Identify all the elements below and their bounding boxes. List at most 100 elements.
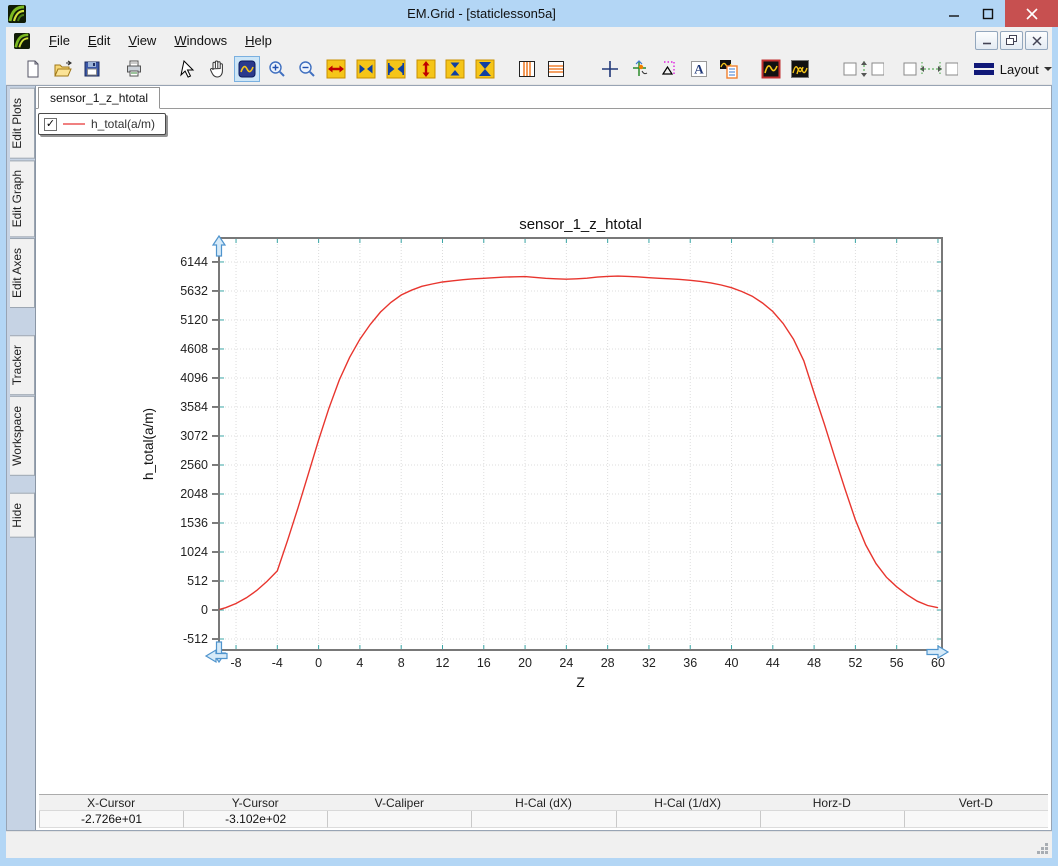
tracker-icon <box>632 60 647 76</box>
status-col-h-cal-dx-: H-Cal (dX) <box>471 794 616 811</box>
status-col-horz-d: Horz-D <box>759 794 904 811</box>
compress-y-button[interactable] <box>472 56 498 82</box>
sidebar-tab-workspace[interactable]: Workspace <box>10 396 35 477</box>
chart-canvas[interactable]: -512051210241536204825603072358440964608… <box>36 109 1051 794</box>
add-text-button[interactable]: A <box>686 56 712 82</box>
align-vertical-button[interactable] <box>841 56 885 82</box>
maximize-button[interactable] <box>971 0 1005 27</box>
status-value-h-cal-1-dx- <box>615 811 760 828</box>
compress-x-button[interactable] <box>383 56 409 82</box>
single-plot-window-icon <box>761 59 780 79</box>
menu-help[interactable]: Help <box>236 29 281 52</box>
status-value-row: -2.726e+01 -3.102e+02 <box>39 811 1048 828</box>
x-tick-label: 52 <box>848 656 862 670</box>
y-tick-label: 3584 <box>180 400 208 414</box>
x-tick-label: 56 <box>890 656 904 670</box>
x-axis-min-handle[interactable] <box>204 648 228 664</box>
sidebar: Edit Plots Edit Graph Edit Axes Tracker Work… <box>7 86 35 830</box>
select-arrow-button[interactable] <box>175 56 201 82</box>
close-button[interactable] <box>1005 0 1058 27</box>
scroll-y-button[interactable] <box>442 56 468 82</box>
expand-y-icon <box>416 59 435 79</box>
mdi-minimize-icon <box>982 42 991 44</box>
zoom-in-button[interactable] <box>264 56 290 82</box>
resize-grip[interactable] <box>1036 842 1049 855</box>
y-tick-label: 5120 <box>180 313 208 327</box>
y-tick-label: 3072 <box>180 429 208 443</box>
mdi-close-button[interactable] <box>1025 31 1048 50</box>
print-button[interactable] <box>121 56 147 82</box>
legend-checkbox[interactable]: ✓ <box>44 117 57 131</box>
layout-menu-button[interactable]: Layout <box>973 62 1052 77</box>
mdi-minimize-button[interactable] <box>975 31 998 50</box>
tracker-button[interactable] <box>627 56 653 82</box>
zoom-box-button[interactable] <box>234 56 260 82</box>
menu-items: File Edit View Windows Help <box>40 32 281 50</box>
pan-hand-button[interactable] <box>204 56 230 82</box>
y-tick-label: -512 <box>183 632 208 646</box>
sidebar-tab-edit-graph[interactable]: Edit Graph <box>10 159 35 238</box>
menu-edit[interactable]: Edit <box>79 29 119 52</box>
zoom-out-button[interactable] <box>294 56 320 82</box>
print-icon <box>127 60 141 77</box>
document-logo-icon <box>14 32 30 49</box>
multi-plot-window-button[interactable] <box>787 56 813 82</box>
y-tick-label: 512 <box>187 574 208 588</box>
align-horizontal-button[interactable] <box>901 56 959 82</box>
expand-x-button[interactable] <box>323 56 349 82</box>
x-tick-label: -8 <box>230 656 241 670</box>
legend-line-sample <box>63 123 85 125</box>
status-col-y-cursor: Y-Cursor <box>183 794 328 811</box>
new-document-button[interactable] <box>20 56 46 82</box>
maximize-icon <box>982 8 994 19</box>
caliper-button[interactable] <box>657 56 683 82</box>
vertical-markers-icon <box>518 61 535 77</box>
series-line-h-total-a-m- <box>219 275 939 611</box>
mdi-close-icon <box>1031 35 1042 46</box>
y-tick-label: 6144 <box>180 255 208 269</box>
layout-menu-icon <box>973 63 994 75</box>
menu-view[interactable]: View <box>119 29 165 52</box>
open-file-button[interactable] <box>50 56 76 82</box>
document-area: sensor_1_z_htotal -512 0 512 1024 1536 2048 25… <box>35 86 1051 830</box>
add-text-icon: A <box>691 61 708 77</box>
sidebar-tab-edit-axes[interactable]: Edit Axes <box>10 238 35 309</box>
menu-bar: File Edit View Windows Help <box>6 27 1052 54</box>
y-tick-label: 5632 <box>180 284 208 298</box>
status-header-row: X-Cursor Y-Cursor V-Caliper H-Cal (dX) H-Cal… <box>39 794 1048 811</box>
legend-overlay[interactable]: ✓ h_total(a/m) <box>38 113 167 135</box>
minimize-button[interactable] <box>937 0 971 27</box>
legend-label: h_total(a/m) <box>91 117 156 131</box>
tab-sensor-1-z-htotal[interactable]: sensor_1_z_htotal <box>38 87 161 109</box>
save-icon <box>84 61 100 77</box>
expand-x-icon <box>326 59 346 79</box>
x-tick-label: 44 <box>766 656 780 670</box>
x-tick-label: 24 <box>559 656 573 670</box>
vertical-markers-button[interactable] <box>514 56 540 82</box>
cross-cursor-button[interactable] <box>597 56 623 82</box>
x-tick-label: 4 <box>356 656 363 670</box>
legend-button[interactable] <box>716 56 742 82</box>
status-value-vert-d <box>903 811 1048 828</box>
select-arrow-icon <box>179 59 194 78</box>
mdi-restore-button[interactable] <box>1000 31 1023 50</box>
cursor-status-table: X-Cursor Y-Cursor V-Caliper H-Cal (dX) H-Cal… <box>39 794 1048 828</box>
zoom-out-icon <box>298 61 315 77</box>
x-tick-label: 8 <box>398 656 405 670</box>
sidebar-tab-tracker[interactable]: Tracker <box>10 335 35 396</box>
x-tick-label: 12 <box>436 656 450 670</box>
expand-y-button[interactable] <box>413 56 439 82</box>
sidebar-tab-edit-plots[interactable]: Edit Plots <box>10 88 35 159</box>
sidebar-tab-hide[interactable]: Hide <box>10 493 35 538</box>
horizontal-markers-button[interactable] <box>544 56 570 82</box>
menu-file[interactable]: File <box>40 29 79 52</box>
single-plot-window-button[interactable] <box>758 56 784 82</box>
save-button[interactable] <box>80 56 106 82</box>
window-body: File Edit View Windows Help A Layout Edi… <box>6 27 1052 858</box>
minimize-icon <box>949 14 959 17</box>
scroll-x-button[interactable] <box>353 56 379 82</box>
x-tick-label: 40 <box>725 656 739 670</box>
status-value-horz-d <box>759 811 904 828</box>
x-axis-label: Z <box>576 675 584 690</box>
menu-windows[interactable]: Windows <box>165 29 236 52</box>
